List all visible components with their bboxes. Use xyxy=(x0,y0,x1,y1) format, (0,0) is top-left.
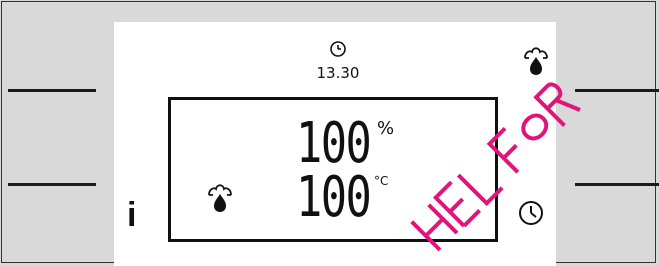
clock-icon xyxy=(519,201,543,225)
time-readout: 13.30 xyxy=(316,64,360,82)
burner-flame-icon xyxy=(208,184,232,212)
right-upper-divider xyxy=(575,89,659,92)
burner-flame-icon xyxy=(524,47,548,75)
temperature-value: 100 xyxy=(296,165,372,230)
left-upper-divider xyxy=(8,89,96,92)
left-lower-divider xyxy=(8,183,96,186)
info-icon[interactable]: i xyxy=(127,196,136,235)
temperature-unit: °C xyxy=(374,174,389,188)
clock-icon xyxy=(330,41,346,57)
right-lower-divider xyxy=(575,183,659,186)
power-unit: % xyxy=(377,118,395,139)
